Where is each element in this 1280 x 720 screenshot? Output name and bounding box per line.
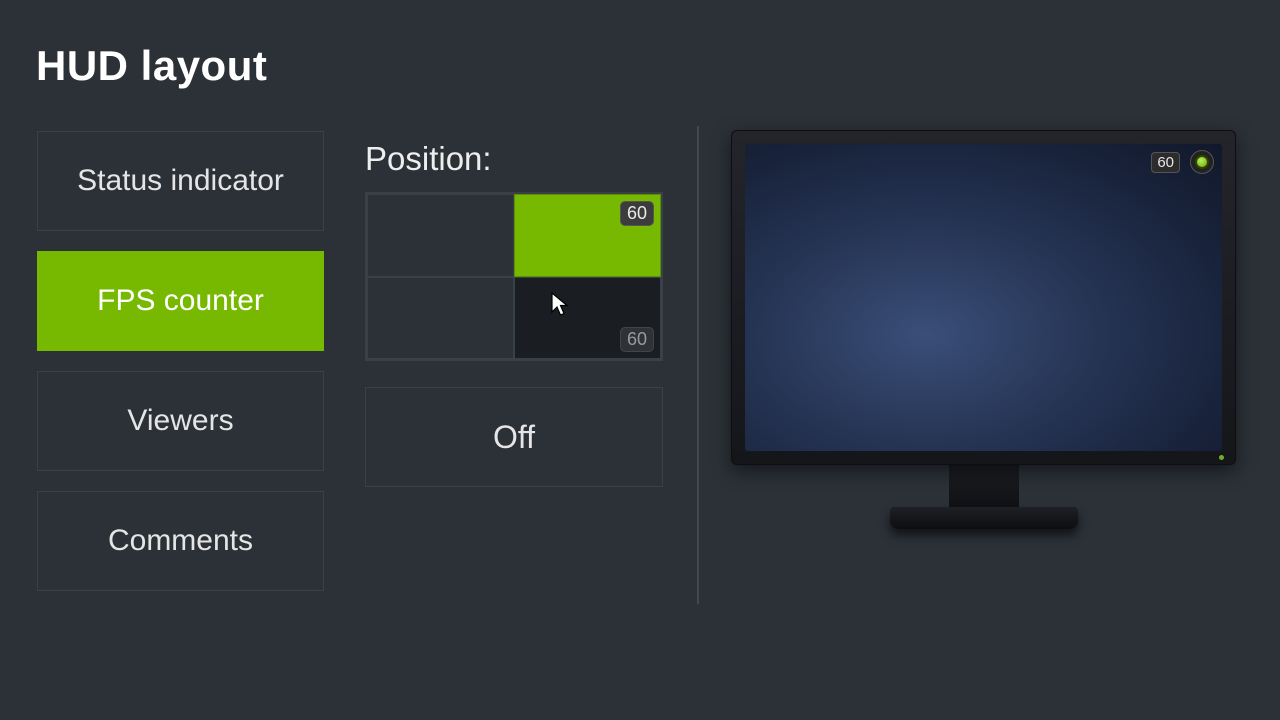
option-fps-counter[interactable]: FPS counter	[37, 251, 324, 351]
option-status-indicator[interactable]: Status indicator	[37, 131, 324, 231]
section-divider	[697, 126, 699, 604]
cursor-icon	[551, 292, 569, 318]
monitor-bezel: 60	[731, 130, 1236, 465]
position-label: Position:	[365, 140, 665, 178]
position-panel: Position: 60 60 Off	[365, 140, 665, 487]
preview-monitor: 60	[731, 130, 1236, 529]
position-bottom-right[interactable]: 60	[514, 277, 661, 360]
power-led-icon	[1219, 455, 1224, 460]
monitor-screen: 60	[745, 144, 1222, 451]
position-bottom-left[interactable]	[367, 277, 514, 360]
fps-badge-icon: 60	[620, 327, 654, 352]
option-viewers[interactable]: Viewers	[37, 371, 324, 471]
status-indicator-icon	[1190, 150, 1214, 174]
monitor-neck	[949, 465, 1019, 507]
preview-fps-badge: 60	[1151, 152, 1180, 173]
fps-badge-icon: 60	[620, 201, 654, 226]
hud-option-list: Status indicator FPS counter Viewers Com…	[37, 131, 324, 611]
position-top-left[interactable]	[367, 194, 514, 277]
status-indicator-dot-icon	[1195, 155, 1209, 169]
option-comments[interactable]: Comments	[37, 491, 324, 591]
position-grid: 60 60	[365, 192, 663, 361]
monitor-base	[890, 507, 1078, 529]
position-top-right[interactable]: 60	[514, 194, 661, 277]
position-off-button[interactable]: Off	[365, 387, 663, 487]
page-title: HUD layout	[36, 42, 267, 90]
